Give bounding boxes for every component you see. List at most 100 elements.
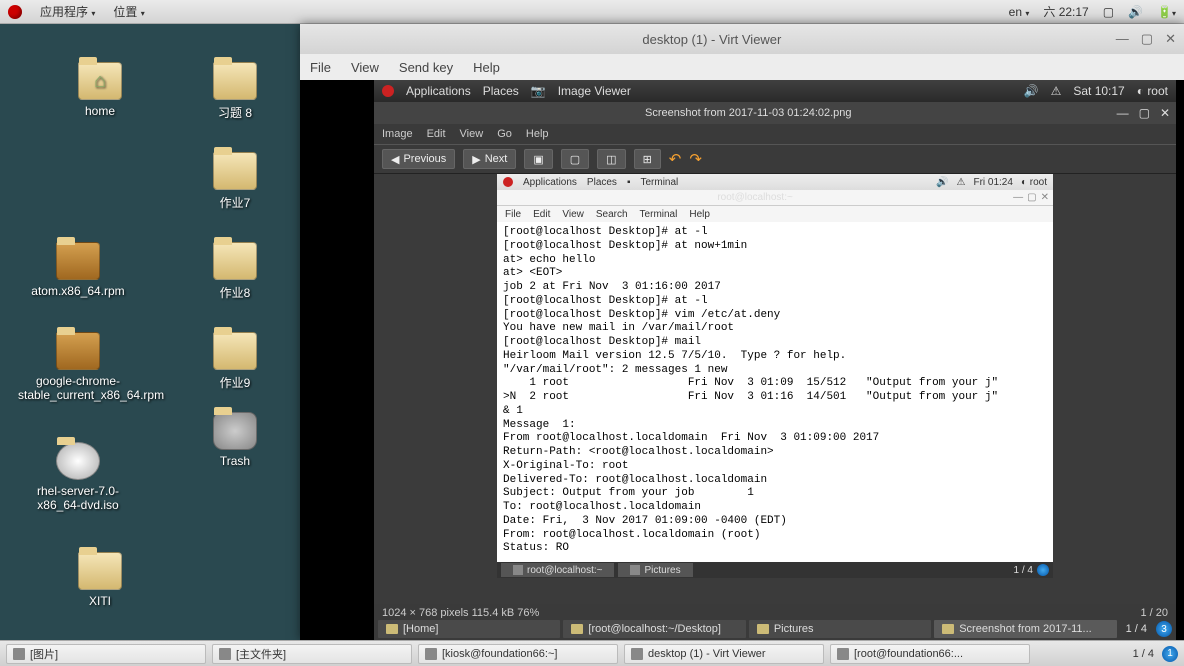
imgv-menu-help[interactable]: Help: [526, 128, 549, 140]
imgv-title: Screenshot from 2017-11-03 01:24:02.png: [645, 107, 852, 119]
icon-label: 习题 8: [175, 104, 295, 121]
imgv-toolbar: ◀ Previous ▶ Next ▣ ▢ ◫ ⊞ ↶ ↷: [374, 144, 1176, 174]
terminal-output: [root@localhost Desktop]# at -l [root@lo…: [497, 222, 1053, 562]
menu-file[interactable]: File: [310, 60, 331, 75]
folder-icon: [942, 624, 954, 634]
menu-help[interactable]: Help: [473, 60, 500, 75]
lang-indicator[interactable]: en ▾: [1009, 5, 1030, 19]
folder-icon: [213, 62, 257, 100]
battery-icon[interactable]: 🔋▾: [1157, 5, 1176, 19]
previous-button[interactable]: ◀ Previous: [382, 149, 455, 169]
vm-places[interactable]: Places: [483, 84, 519, 98]
menu-sendkey[interactable]: Send key: [399, 60, 453, 75]
zoom-in-button[interactable]: ▣: [524, 149, 552, 169]
imgv-menu-edit[interactable]: Edit: [427, 128, 446, 140]
shot-menu-edit: Edit: [533, 209, 550, 220]
imgv-menu-image[interactable]: Image: [382, 128, 413, 140]
places-menu[interactable]: 位置 ▾: [113, 3, 144, 20]
icon-label: Trash: [175, 454, 295, 468]
task-button[interactable]: [图片]: [6, 644, 206, 664]
next-button[interactable]: ▶ Next: [463, 149, 516, 169]
pkg-icon: [56, 332, 100, 370]
vm-app-icon: 📷: [531, 84, 546, 98]
fedora-icon: [8, 5, 22, 19]
desktop-icon[interactable]: atom.x86_64.rpm: [18, 242, 138, 298]
workspace-indicator[interactable]: 1 / 4: [1133, 648, 1154, 660]
folder-icon: [571, 624, 583, 634]
applications-menu[interactable]: 应用程序 ▾: [40, 3, 95, 20]
vm-task-button[interactable]: [root@localhost:~/Desktop]: [563, 620, 745, 638]
task-button[interactable]: [root@foundation66:...: [830, 644, 1030, 664]
vm-ws-switcher[interactable]: 3: [1156, 621, 1172, 637]
folder-icon: [78, 552, 122, 590]
vm-app-label[interactable]: Image Viewer: [558, 84, 631, 98]
vm-taskbar: [Home][root@localhost:~/Desktop]Pictures…: [374, 618, 1176, 640]
desktop-icon[interactable]: 作业7: [175, 152, 295, 211]
task-button[interactable]: desktop (1) - Virt Viewer: [624, 644, 824, 664]
virt-titlebar[interactable]: desktop (1) - Virt Viewer — ▢ ✕: [300, 24, 1184, 54]
shot-menu-file: File: [505, 209, 521, 220]
desktop-icon[interactable]: XITI: [40, 552, 160, 608]
desktop-icon[interactable]: rhel-server-7.0-x86_64-dvd.iso: [18, 442, 138, 512]
desktop-icon[interactable]: 习题 8: [175, 62, 295, 121]
imgv-titlebar[interactable]: Screenshot from 2017-11-03 01:24:02.png …: [374, 102, 1176, 124]
zoom-fit-button[interactable]: ◫: [597, 149, 625, 169]
volume-icon[interactable]: 🔊: [1128, 5, 1143, 19]
imgv-minimize[interactable]: —: [1117, 106, 1129, 120]
vm-gnome-panel: Applications Places 📷 Image Viewer 🔊 ⚠ S…: [374, 80, 1176, 102]
trash-icon: [213, 412, 257, 450]
desktop-icon[interactable]: 作业8: [175, 242, 295, 301]
shot-workspace: 1 / 4: [1014, 565, 1033, 576]
vm-volume-icon[interactable]: 🔊: [1024, 84, 1039, 98]
icon-label: 作业7: [175, 194, 295, 211]
imgv-maximize[interactable]: ▢: [1139, 106, 1150, 120]
virt-body: Applications Places 📷 Image Viewer 🔊 ⚠ S…: [300, 80, 1184, 640]
window-icon: [13, 648, 25, 660]
display-icon[interactable]: ▢: [1103, 5, 1114, 19]
pkg-icon: [56, 242, 100, 280]
desktop-icon[interactable]: 作业9: [175, 332, 295, 391]
workspace-switcher[interactable]: 1: [1162, 646, 1178, 662]
folder-icon: [386, 624, 398, 634]
shot-terminal-label: Terminal: [640, 177, 678, 188]
imgv-menu-view[interactable]: View: [460, 128, 484, 140]
vm-task-button[interactable]: Pictures: [749, 620, 931, 638]
minimize-button[interactable]: —: [1116, 31, 1129, 47]
task-button[interactable]: [主文件夹]: [212, 644, 412, 664]
rotate-right-button[interactable]: ↷: [689, 150, 702, 168]
virt-title: desktop (1) - Virt Viewer: [642, 32, 781, 47]
vm-workspace[interactable]: 1 / 4: [1120, 623, 1153, 635]
imgv-menu-go[interactable]: Go: [497, 128, 512, 140]
shot-volume-icon: 🔊: [936, 177, 948, 188]
icon-label: google-chrome-stable_current_x86_64.rpm: [18, 374, 138, 402]
vm-task-button[interactable]: Screenshot from 2017-11...: [934, 620, 1116, 638]
vm-task-button[interactable]: [Home]: [378, 620, 560, 638]
imgv-canvas[interactable]: Applications Places ▪ Terminal 🔊 ⚠ Fri 0…: [374, 174, 1176, 604]
vm-user[interactable]: ◐ root: [1137, 84, 1168, 98]
icon-label: 作业8: [175, 284, 295, 301]
desktop-icon[interactable]: google-chrome-stable_current_x86_64.rpm: [18, 332, 138, 402]
shot-term-titlebar: root@localhost:~ —▢✕: [497, 190, 1053, 206]
rotate-left-button[interactable]: ↶: [669, 150, 682, 168]
vm-clock[interactable]: Sat 10:17: [1073, 84, 1124, 98]
menu-view[interactable]: View: [351, 60, 379, 75]
window-icon: [425, 648, 437, 660]
zoom-out-button[interactable]: ▢: [561, 149, 589, 169]
vm-network-icon[interactable]: ⚠: [1051, 84, 1062, 98]
window-icon: [631, 648, 643, 660]
vm-applications[interactable]: Applications: [406, 84, 471, 98]
bottom-taskbar: [图片] [主文件夹] [kiosk@foundation66:~] desktop …: [0, 640, 1184, 666]
desktop-icon[interactable]: Trash: [175, 412, 295, 468]
task-button[interactable]: [kiosk@foundation66:~]: [418, 644, 618, 664]
shot-network-icon: ⚠: [957, 177, 966, 188]
shot-menu-view: View: [562, 209, 584, 220]
shot-tab-pictures: Pictures: [618, 563, 692, 577]
zoom-100-button[interactable]: ⊞: [634, 149, 661, 169]
folder-icon: [757, 624, 769, 634]
maximize-button[interactable]: ▢: [1141, 31, 1153, 47]
clock[interactable]: 六 22:17: [1043, 3, 1088, 20]
close-button[interactable]: ✕: [1165, 31, 1176, 47]
virt-viewer-window: desktop (1) - Virt Viewer — ▢ ✕ File View…: [300, 24, 1184, 640]
desktop-icon[interactable]: home: [40, 62, 160, 118]
imgv-close[interactable]: ✕: [1160, 106, 1170, 120]
